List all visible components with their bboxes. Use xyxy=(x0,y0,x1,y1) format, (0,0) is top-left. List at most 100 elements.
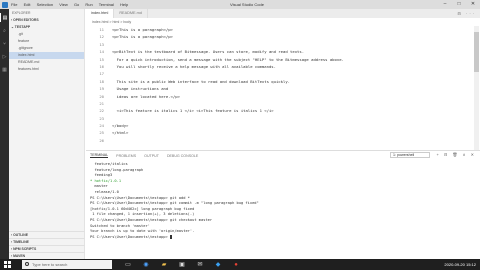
code-text: You will shortly receive a help message … xyxy=(112,63,276,69)
code-text: </body> xyxy=(112,123,129,129)
search-icon[interactable]: ⌕ xyxy=(0,26,9,35)
menu-selection[interactable]: Selection xyxy=(37,2,53,7)
vscode-logo-icon xyxy=(2,1,8,8)
terminal-text: feature/long-paragraph xyxy=(90,167,144,172)
editor-lines: 11 <p>This is a paragraph</p> 12 <p>This is… xyxy=(86,26,480,144)
editor-scrollbar[interactable] xyxy=(474,26,479,150)
timeline-label: TIMELINE xyxy=(13,240,29,244)
tab-index-html[interactable]: index.html xyxy=(86,9,115,18)
panel-actions[interactable]: + ⊟ 🗑 ∧ ✕ xyxy=(437,152,477,157)
file-item[interactable]: feature xyxy=(9,38,84,45)
menu-edit[interactable]: Edit xyxy=(24,2,31,7)
extensions-icon[interactable]: ▦ xyxy=(0,65,9,74)
file-item[interactable]: README.md xyxy=(9,59,84,66)
explorer-header: EXPLORER xyxy=(12,11,31,15)
explorer-icon[interactable]: ▤ xyxy=(0,13,9,22)
project-section[interactable]: ⌄ TESTAPP xyxy=(9,24,84,31)
breadcrumb[interactable]: index.html > html > body xyxy=(86,18,480,26)
terminal-text: PS C:\Users\User\Documents\testapp> git … xyxy=(90,217,213,222)
code-line: 24 </body> xyxy=(86,122,480,129)
line-number: 17 xyxy=(99,71,104,77)
file-item[interactable]: .git xyxy=(9,31,84,38)
menu-view[interactable]: View xyxy=(59,2,68,7)
terminal-cursor xyxy=(169,234,172,239)
browser-icon[interactable]: ◉ xyxy=(140,261,152,268)
file-item[interactable]: features.html xyxy=(9,66,84,73)
terminal-text: [hotfix/1.0.1 60d462c] long paragraph bu… xyxy=(90,206,195,211)
menu-file[interactable]: File xyxy=(11,2,17,7)
menu-terminal[interactable]: Terminal xyxy=(99,2,114,7)
taskbar-apps: ▭ ◉ ▰ ▣ ✉ ◆ ● xyxy=(122,259,248,270)
file-item-selected[interactable]: index.html xyxy=(9,52,84,59)
windows-start-icon[interactable] xyxy=(4,261,11,268)
line-number: 13 xyxy=(99,41,104,47)
npm-scripts-section[interactable]: › NPM SCRIPTS xyxy=(9,245,85,252)
file-item[interactable]: .gitignore xyxy=(9,45,84,52)
code-text: </html> xyxy=(112,130,129,136)
terminal-text: PS C:\Users\User\Documents\testapp> xyxy=(90,234,170,239)
outline-section[interactable]: › OUTLINE xyxy=(9,231,85,238)
line-number: 12 xyxy=(99,34,104,40)
tab-terminal[interactable]: TERMINAL xyxy=(90,153,109,158)
code-editor[interactable]: 11 <p>This is a paragraph</p> 12 <p>This is… xyxy=(86,26,480,150)
terminal-output[interactable]: feature/italics feature/long-paragraph f… xyxy=(90,162,476,240)
open-editors-label: OPEN EDITORS xyxy=(13,18,39,22)
system-tray-clock[interactable]: 2020-09-20 15:12 xyxy=(444,259,476,270)
maximize-button[interactable]: □ xyxy=(452,0,466,9)
code-line: 12 <p>This is a paragraph</p> xyxy=(86,33,480,40)
tab-debug-console[interactable]: DEBUG CONSOLE xyxy=(167,154,198,158)
code-line: 20 ideas are located here.</p> xyxy=(86,93,480,100)
menu-help[interactable]: Help xyxy=(120,2,128,7)
code-line: 22 <i>This feature is italics 1 </i> <i>… xyxy=(86,107,480,114)
tab-problems[interactable]: PROBLEMS xyxy=(116,154,136,158)
line-number: 20 xyxy=(99,93,104,99)
taskbar-search-input[interactable]: Type here to search xyxy=(22,260,112,269)
source-control-icon[interactable]: ⑂ xyxy=(0,39,9,48)
line-number: 24 xyxy=(99,123,104,129)
vscode-taskbar-icon[interactable]: ◆ xyxy=(212,261,224,268)
title-bar: File Edit Selection View Go Run Terminal… xyxy=(0,0,480,9)
code-text: <p>BitText is the testboard of Bitmessag… xyxy=(112,49,305,55)
terminal-text: release/1.0 xyxy=(90,189,119,194)
terminal-select[interactable]: 1: powershell xyxy=(390,152,430,158)
code-line: 16 You will shortly receive a help messa… xyxy=(86,63,480,70)
maven-section[interactable]: › MAVEN xyxy=(9,252,85,259)
tab-output[interactable]: OUTPUT xyxy=(144,154,159,158)
activity-bar: ▤ ⌕ ⑂ ▷ ▦ xyxy=(0,9,9,259)
line-number: 16 xyxy=(99,63,104,69)
window-title: Visual Studio Code xyxy=(230,2,264,7)
editor-tabs: index.html README.md ⊟ ··· xyxy=(86,9,480,18)
project-label: TESTAPP xyxy=(14,25,31,29)
explorer-sidebar: EXPLORER › OPEN EDITORS ⌄ TESTAPP .git f… xyxy=(9,9,85,259)
editor-actions[interactable]: ⊟ ··· xyxy=(458,9,476,18)
minimize-button[interactable]: – xyxy=(438,0,452,9)
outline-label: OUTLINE xyxy=(13,233,28,237)
store-icon[interactable]: ▣ xyxy=(176,261,188,268)
line-number: 26 xyxy=(99,137,104,143)
menu-go[interactable]: Go xyxy=(74,2,79,7)
debug-icon[interactable]: ▷ xyxy=(0,52,9,61)
code-text: <p>This is a paragraph</p> xyxy=(112,27,173,32)
code-line: 18 This site is a public Web interface t… xyxy=(86,78,480,85)
chrome-icon[interactable]: ● xyxy=(230,262,242,268)
code-text: ideas are located here.</p> xyxy=(112,93,180,99)
code-line: 11 <p>This is a paragraph</p> xyxy=(86,26,480,33)
code-line: 14 <p>BitText is the testboard of Bitmess… xyxy=(86,48,480,55)
close-button[interactable]: ✕ xyxy=(466,0,480,9)
terminal-text: Switched to branch 'master' xyxy=(90,223,150,228)
line-number: 19 xyxy=(99,86,104,92)
code-line: 19 Usage instructions and xyxy=(86,85,480,92)
terminal-text: PS C:\Users\User\Documents\testapp> git … xyxy=(90,195,190,200)
line-number: 21 xyxy=(99,100,104,106)
open-editors-section[interactable]: › OPEN EDITORS xyxy=(9,17,84,24)
code-text: <p>This is a paragraph</p> xyxy=(112,34,173,40)
scrollbar-thumb[interactable] xyxy=(474,32,479,72)
task-view-icon[interactable]: ▭ xyxy=(122,261,134,268)
line-number: 14 xyxy=(99,49,104,55)
file-explorer-icon[interactable]: ▰ xyxy=(158,261,170,268)
mail-icon[interactable]: ✉ xyxy=(194,261,206,268)
timeline-section[interactable]: › TIMELINE xyxy=(9,238,85,245)
tab-readme[interactable]: README.md xyxy=(114,9,148,18)
menu-run[interactable]: Run xyxy=(85,2,92,7)
line-number: 23 xyxy=(99,115,104,121)
